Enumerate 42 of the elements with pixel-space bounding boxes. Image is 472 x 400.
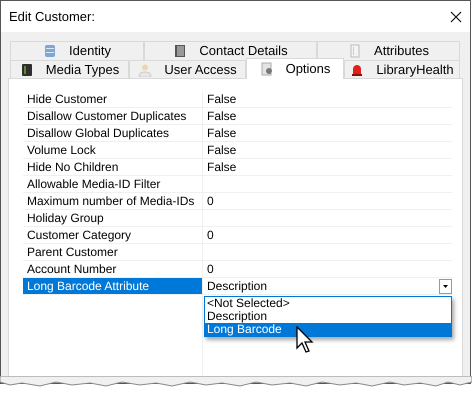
property-value[interactable]: False [207,158,236,176]
gear-document-icon [260,62,274,76]
property-value[interactable]: False [207,124,236,142]
property-value[interactable]: False [207,107,236,125]
property-name[interactable]: Disallow Customer Duplicates [23,108,203,124]
property-name[interactable]: Maximum number of Media-IDs [23,193,203,209]
caret-icon [443,284,448,288]
property-name[interactable]: Hide No Children [23,159,203,175]
property-value[interactable]: 0 [207,226,214,244]
dropdown-option[interactable]: <Not Selected> [205,297,451,310]
tab[interactable]: Identity [10,41,144,60]
property-name[interactable]: Allowable Media-ID Filter [23,176,203,192]
property-value[interactable]: 0 [207,192,214,210]
property-name[interactable]: Customer Category [23,227,203,243]
cartridge-icon [20,63,34,77]
tab[interactable]: Options [246,58,344,79]
property-name[interactable]: Disallow Global Duplicates [23,125,203,141]
close-icon[interactable] [450,10,462,22]
window-title: Edit Customer: [9,8,95,26]
tab[interactable]: LibraryHealth [344,60,460,79]
dropdown-arrow-button[interactable] [439,278,452,294]
document-icon [348,44,362,58]
property-value[interactable]: False [207,141,236,159]
server-icon [43,44,58,58]
dropdown-value: Description [207,278,268,295]
property-name[interactable]: Account Number [23,261,203,277]
tab[interactable]: Media Types [10,60,129,79]
property-name[interactable]: Parent Customer [23,244,203,260]
property-value[interactable]: 0 [207,260,214,278]
book-icon [173,44,188,58]
property-name[interactable]: Volume Lock [23,142,203,158]
property-name[interactable]: Long Barcode Attribute [23,278,203,294]
siren-icon [350,63,364,77]
dropdown-option[interactable]: Long Barcode [205,323,451,336]
dropdown-option[interactable]: Description [205,310,451,323]
property-name[interactable]: Hide Customer [23,91,203,107]
tab[interactable]: Contact Details [144,41,317,60]
user-icon [138,63,152,77]
tab[interactable]: Attributes [317,41,460,60]
tab[interactable]: User Access [129,60,246,79]
property-value[interactable]: False [207,90,236,108]
property-name[interactable]: Holiday Group [23,210,203,226]
